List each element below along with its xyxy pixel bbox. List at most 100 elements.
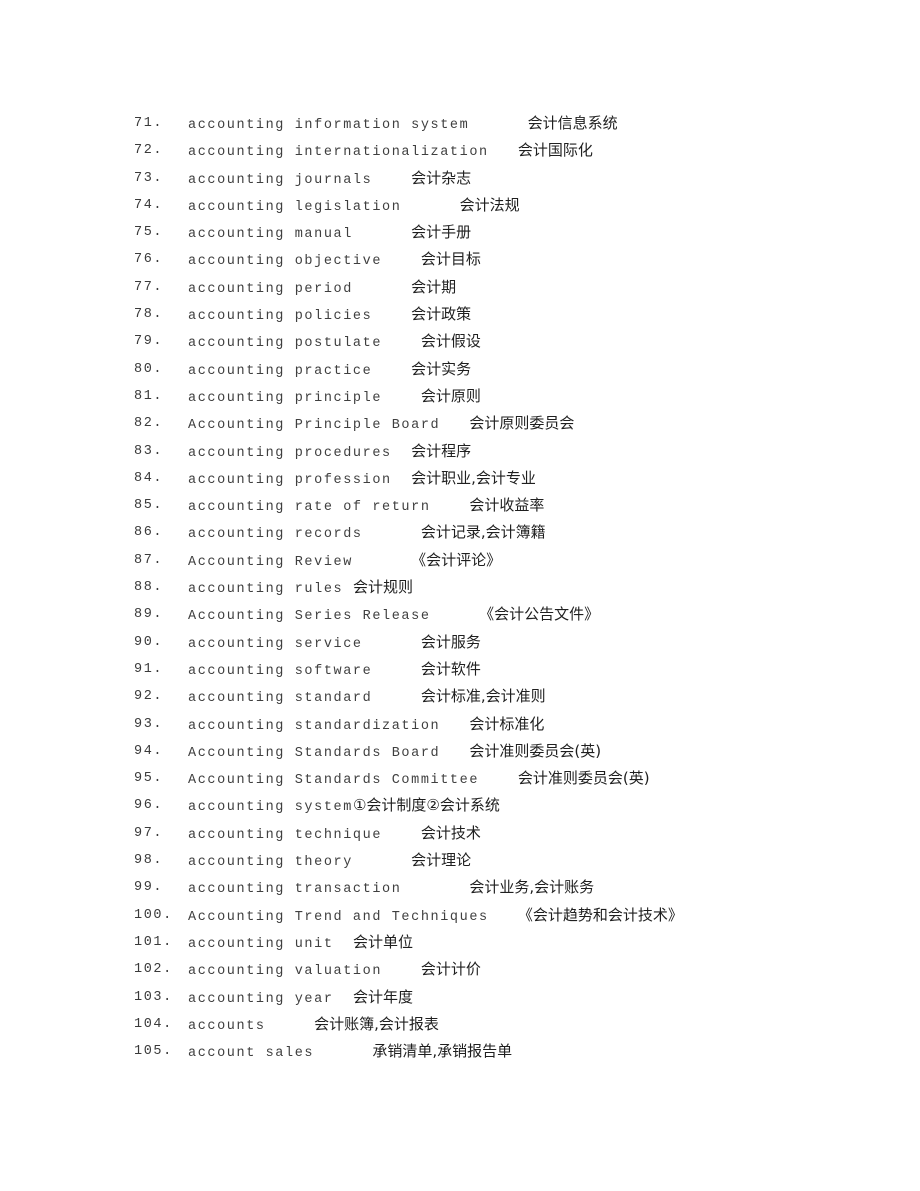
entry-spacer (401, 876, 469, 903)
glossary-entry-row: 74. accounting legislation 会计法规 (0, 192, 920, 219)
entry-term-chinese: 会计政策 (411, 305, 472, 324)
glossary-entry-row: 93. accounting standardization 会计标准化 (0, 711, 920, 738)
entry-number: 83. (134, 443, 164, 459)
entry-term-english: accounting theory (188, 855, 353, 871)
entry-number: 84. (134, 470, 164, 486)
glossary-entry-row: 88. accounting rules 会计规则 (0, 574, 920, 601)
glossary-entry-list: 71. accounting information system 会计信息系统 7… (0, 110, 920, 1065)
entry-term-english: Accounting Review (188, 554, 353, 570)
glossary-entry-row: 79. accounting postulate 会计假设 (0, 328, 920, 355)
glossary-entry-row: 82. Accounting Principle Board 会计原则委员会 (0, 410, 920, 437)
entry-term-chinese: 会计法规 (459, 195, 520, 214)
entry-term-english: accounting rate of return (188, 500, 431, 516)
entry-number: 105. (134, 1044, 173, 1060)
entry-term-chinese: 会计国际化 (517, 141, 593, 160)
entry-spacer (353, 549, 411, 576)
glossary-entry-row: 97. accounting technique 会计技术 (0, 820, 920, 847)
entry-number: 101. (134, 934, 173, 950)
entry-number: 91. (134, 661, 164, 677)
entry-spacer (334, 986, 353, 1013)
glossary-entry-row: 104. accounts 会计账簿,会计报表 (0, 1011, 920, 1038)
entry-spacer (489, 904, 518, 931)
entry-spacer (343, 576, 353, 603)
entry-number: 85. (134, 498, 164, 514)
entry-term-english: Accounting Standards Board (188, 745, 441, 761)
entry-term-english: accounting profession (188, 472, 392, 488)
glossary-entry-row: 91. accounting software 会计软件 (0, 656, 920, 683)
entry-term-chinese: 会计单位 (352, 932, 413, 951)
entry-term-english: accounting internationalization (188, 145, 489, 161)
entry-term-english: accounting manual (188, 227, 353, 243)
entry-number: 94. (134, 743, 164, 759)
entry-term-chinese: 会计服务 (420, 632, 481, 651)
entry-term-chinese: 会计标准,会计准则 (420, 687, 546, 706)
glossary-entry-row: 85. accounting rate of return 会计收益率 (0, 492, 920, 519)
entry-term-english: accounting rules (188, 582, 344, 598)
entry-term-chinese: 会计收益率 (469, 496, 545, 515)
entry-number: 76. (134, 252, 164, 268)
entry-number: 88. (134, 580, 164, 596)
entry-term-english: accounting postulate (188, 336, 383, 352)
entry-spacer (489, 139, 518, 166)
entry-number: 79. (134, 334, 164, 350)
entry-spacer (382, 385, 421, 412)
entry-term-chinese: 会计期 (411, 277, 457, 296)
entry-number: 81. (134, 388, 164, 404)
entry-term-chinese: 会计理论 (411, 851, 472, 870)
entry-term-english: accounting period (188, 281, 353, 297)
glossary-entry-row: 84. accounting profession 会计职业,会计专业 (0, 465, 920, 492)
glossary-entry-row: 73. accounting journals 会计杂志 (0, 165, 920, 192)
glossary-entry-row: 101. accounting unit 会计单位 (0, 929, 920, 956)
entry-number: 100. (134, 907, 173, 923)
entry-number: 104. (134, 1016, 173, 1032)
entry-term-chinese: 承销清单,承销报告单 (372, 1042, 513, 1061)
glossary-entry-row: 77. accounting period 会计期 (0, 274, 920, 301)
entry-number: 77. (134, 279, 164, 295)
entry-term-english: Accounting Series Release (188, 609, 431, 625)
entry-spacer (469, 112, 527, 139)
entry-term-chinese: 会计记录,会计簿籍 (420, 523, 546, 542)
entry-spacer (440, 412, 469, 439)
entry-term-chinese: 会计技术 (420, 823, 481, 842)
entry-term-english: accounting unit (188, 936, 334, 952)
glossary-entry-row: 98. accounting theory 会计理论 (0, 847, 920, 874)
entry-number: 74. (134, 197, 164, 213)
entry-term-english: accounting practice (188, 363, 373, 379)
entry-term-chinese: 会计信息系统 (527, 114, 618, 132)
entry-term-chinese: 会计假设 (420, 332, 481, 351)
glossary-entry-row: 99. accounting transaction 会计业务,会计账务 (0, 874, 920, 901)
entry-number: 93. (134, 716, 164, 732)
entry-number: 98. (134, 853, 164, 869)
entry-term-english: account sales (188, 1046, 315, 1062)
entry-spacer (431, 494, 470, 521)
entry-term-english: accounting service (188, 636, 363, 652)
entry-spacer (372, 358, 411, 385)
glossary-entry-row: 83. accounting procedures 会计程序 (0, 438, 920, 465)
glossary-entry-row: 95. Accounting Standards Committee 会计准则委员… (0, 765, 920, 792)
entry-spacer (372, 167, 411, 194)
entry-term-english: accounting procedures (188, 445, 392, 461)
entry-term-chinese: 《会计趋势和会计技术》 (517, 905, 683, 924)
entry-term-chinese: 会计手册 (411, 223, 472, 242)
entry-term-chinese: 《会计公告文件》 (479, 605, 600, 624)
entry-spacer (372, 658, 421, 685)
document-page: 71. accounting information system 会计信息系统 7… (0, 0, 920, 1191)
glossary-entry-row: 86. accounting records 会计记录,会计簿籍 (0, 519, 920, 546)
entry-term-english: Accounting Standards Committee (188, 773, 480, 789)
entry-number: 90. (134, 634, 164, 650)
entry-spacer (401, 194, 459, 221)
entry-term-chinese: 会计杂志 (411, 168, 472, 187)
glossary-entry-row: 81. accounting principle 会计原则 (0, 383, 920, 410)
entry-term-english: accounting policies (188, 309, 373, 325)
glossary-entry-row: 105. account sales 承销清单,承销报告单 (0, 1038, 920, 1065)
entry-spacer (334, 931, 353, 958)
glossary-entry-row: 89. Accounting Series Release 《会计公告文件》 (0, 601, 920, 628)
entry-term-chinese: 会计原则 (420, 386, 481, 405)
entry-number: 92. (134, 689, 164, 705)
entry-number: 86. (134, 525, 164, 541)
glossary-entry-row: 100. Accounting Trend and Techniques 《会计趋… (0, 902, 920, 929)
entry-spacer (431, 603, 480, 630)
entry-term-english: accounts (188, 1018, 266, 1034)
entry-body: account sales 承销清单,承销报告单 (188, 1038, 512, 1070)
entry-term-chinese: 会计准则委员会(英) (469, 741, 602, 760)
